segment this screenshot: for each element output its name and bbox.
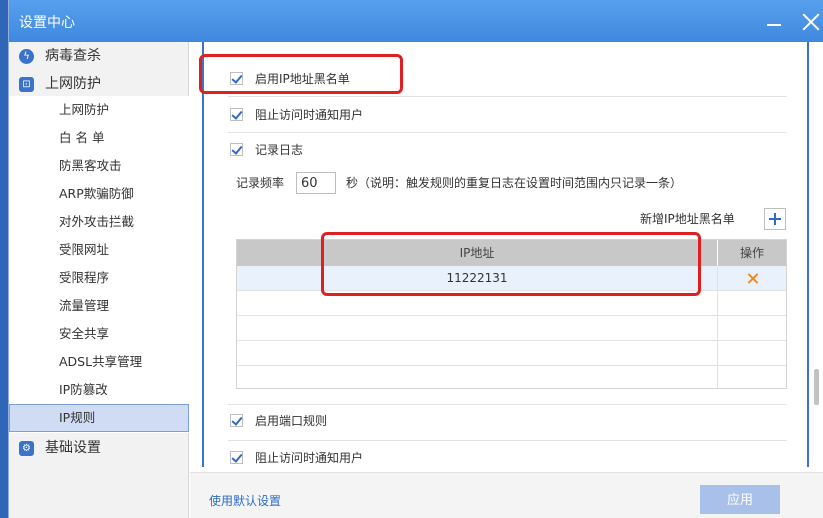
sidebar-item-restricted-sites[interactable]: 受限网址: [9, 236, 189, 264]
table-header-op: 操作: [718, 240, 786, 266]
footer: 使用默认设置 应用: [190, 472, 823, 518]
settings-window: 设置中心 ϟ 病毒查杀 ⊡ 上网防护 上网防护 白 名 单 防黑客攻击 ARP欺…: [8, 0, 823, 518]
table-row-empty: [237, 316, 786, 341]
window-title: 设置中心: [19, 15, 75, 31]
add-blacklist-button[interactable]: [764, 208, 786, 230]
sidebar-group-label: 上网防护: [45, 76, 101, 92]
op-cell: [717, 266, 786, 291]
checkbox-label: 记录日志: [255, 143, 304, 157]
sidebar-item-web-protection[interactable]: 上网防护: [9, 96, 189, 124]
sidebar-item-secure-share[interactable]: 安全共享: [9, 320, 189, 348]
sidebar: ϟ 病毒查杀 ⊡ 上网防护 上网防护 白 名 单 防黑客攻击 ARP欺骗防御 对…: [9, 42, 189, 518]
sidebar-item-label: 安全共享: [59, 326, 110, 341]
divider: [228, 440, 787, 441]
sidebar-group-basic-settings[interactable]: ⚙ 基础设置: [9, 434, 189, 462]
sidebar-item-label: ADSL共享管理: [59, 354, 143, 369]
sidebar-item-label: 白 名 单: [59, 130, 105, 145]
highlight-annotation: [199, 54, 403, 94]
panel-border-left: [202, 42, 204, 467]
highlight-annotation: [321, 232, 701, 296]
checkbox-checked-icon: [230, 143, 243, 156]
sidebar-group-label: 基础设置: [45, 440, 101, 456]
checkbox-label: 阻止访问时通知用户: [255, 451, 364, 465]
sidebar-item-outbound-block[interactable]: 对外攻击拦截: [9, 208, 189, 236]
sidebar-item-label: 对外攻击拦截: [59, 214, 135, 229]
checkbox-label: 启用端口规则: [255, 414, 328, 428]
web-protection-icon: ⊡: [19, 77, 34, 92]
close-icon[interactable]: [801, 12, 821, 32]
apply-button[interactable]: 应用: [700, 485, 780, 514]
sidebar-sub-list: 上网防护 白 名 单 防黑客攻击 ARP欺骗防御 对外攻击拦截 受限网址 受限程…: [9, 96, 189, 433]
settings-icon: ⚙: [19, 441, 34, 456]
sidebar-item-label: IP规则: [59, 410, 96, 425]
sidebar-group-virus-scan[interactable]: ϟ 病毒查杀: [9, 42, 189, 70]
log-frequency-input[interactable]: [296, 172, 336, 194]
divider: [228, 96, 787, 97]
checkbox-checked-icon: [230, 451, 243, 464]
title-bar: 设置中心: [9, 0, 823, 42]
sidebar-item-arp-defense[interactable]: ARP欺骗防御: [9, 180, 189, 208]
sidebar-item-ip-tamper[interactable]: IP防篡改: [9, 376, 189, 404]
sidebar-item-restricted-programs[interactable]: 受限程序: [9, 264, 189, 292]
sidebar-item-label: 受限程序: [59, 270, 110, 285]
sidebar-item-ip-rules[interactable]: IP规则: [9, 404, 189, 432]
panel-border-right: [807, 42, 809, 467]
add-blacklist-label: 新增IP地址黑名单: [640, 212, 735, 226]
sidebar-item-whitelist[interactable]: 白 名 单: [9, 124, 189, 152]
sidebar-group-label: 病毒查杀: [45, 48, 101, 64]
log-frequency-row: 记录频率 秒（说明：触发规则的重复日志在设置时间范围内只记录一条）: [236, 172, 682, 194]
virus-scan-icon: ϟ: [19, 49, 34, 64]
divider: [228, 132, 787, 133]
sidebar-item-label: ARP欺骗防御: [59, 186, 134, 201]
scrollbar-thumb[interactable]: [814, 369, 819, 405]
checkbox-label: 阻止访问时通知用户: [255, 108, 364, 122]
main-panel: 启用IP地址黑名单 阻止访问时通知用户 记录日志 记录频率 秒（说明：触发规则的…: [190, 42, 823, 472]
table-row-empty: [237, 341, 786, 366]
sidebar-group-web-protection[interactable]: ⊡ 上网防护: [9, 70, 189, 98]
sidebar-item-label: 防黑客攻击: [59, 158, 122, 173]
minimize-icon[interactable]: [765, 14, 783, 32]
use-default-settings-link[interactable]: 使用默认设置: [209, 492, 281, 509]
sidebar-item-label: 流量管理: [59, 298, 110, 313]
checkbox-checked-icon: [230, 414, 243, 427]
log-frequency-note: 秒（说明：触发规则的重复日志在设置时间范围内只记录一条）: [346, 176, 683, 190]
column-separator: [717, 266, 718, 388]
checkbox-checked-icon: [230, 108, 243, 121]
sidebar-item-adsl-share[interactable]: ADSL共享管理: [9, 348, 189, 376]
sidebar-item-label: 受限网址: [59, 242, 110, 257]
sidebar-item-label: 上网防护: [59, 102, 110, 117]
delete-icon[interactable]: [747, 273, 758, 284]
sidebar-item-traffic[interactable]: 流量管理: [9, 292, 189, 320]
sidebar-item-anti-hacker[interactable]: 防黑客攻击: [9, 152, 189, 180]
divider: [228, 404, 787, 405]
sidebar-item-label: IP防篡改: [59, 382, 108, 397]
log-frequency-label: 记录频率: [236, 176, 285, 190]
